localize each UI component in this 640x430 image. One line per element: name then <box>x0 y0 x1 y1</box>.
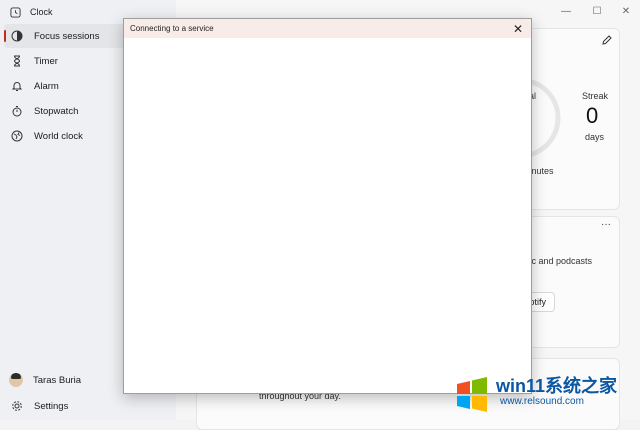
minimize-button[interactable]: — <box>556 4 576 18</box>
globe-icon <box>9 128 25 144</box>
user-name: Taras Buria <box>33 374 82 386</box>
maximize-button[interactable]: ☐ <box>587 4 607 18</box>
edit-icon[interactable] <box>601 34 613 46</box>
settings-label: Settings <box>34 400 69 412</box>
watermark: win11系统之家 www.relsound.com <box>448 372 634 418</box>
dialog-title: Connecting to a service <box>130 24 214 33</box>
nav-label: Stopwatch <box>34 105 79 117</box>
dialog-close-button[interactable]: ✕ <box>511 22 525 36</box>
stopwatch-icon <box>9 103 25 119</box>
streak-unit: days <box>585 132 605 142</box>
hourglass-icon <box>9 53 25 69</box>
app-title: Clock <box>10 4 53 20</box>
nav-label: World clock <box>34 130 83 142</box>
windows-logo-icon <box>457 377 487 412</box>
focus-icon <box>9 28 25 44</box>
connect-dialog: Connecting to a service ✕ <box>123 18 532 394</box>
streak-label: Streak <box>582 91 609 101</box>
avatar <box>9 373 23 387</box>
more-options-button[interactable]: ··· <box>601 219 611 230</box>
settings-button[interactable]: Settings <box>4 395 68 417</box>
nav-label: Focus sessions <box>34 30 100 42</box>
gear-icon <box>9 398 25 414</box>
close-window-button[interactable]: ✕ <box>616 4 636 18</box>
nav-label: Timer <box>34 55 58 67</box>
dialog-header: Connecting to a service ✕ <box>124 19 531 38</box>
bell-icon <box>9 78 25 94</box>
app-title-text: Clock <box>30 7 53 17</box>
clock-app-icon <box>10 6 21 18</box>
nav-label: Alarm <box>34 80 59 92</box>
user-account[interactable]: Taras Buria <box>4 369 81 391</box>
streak-value: 0 <box>586 103 599 128</box>
watermark-text: win11系统之家 <box>496 376 618 396</box>
watermark-url: www.relsound.com <box>500 396 584 407</box>
